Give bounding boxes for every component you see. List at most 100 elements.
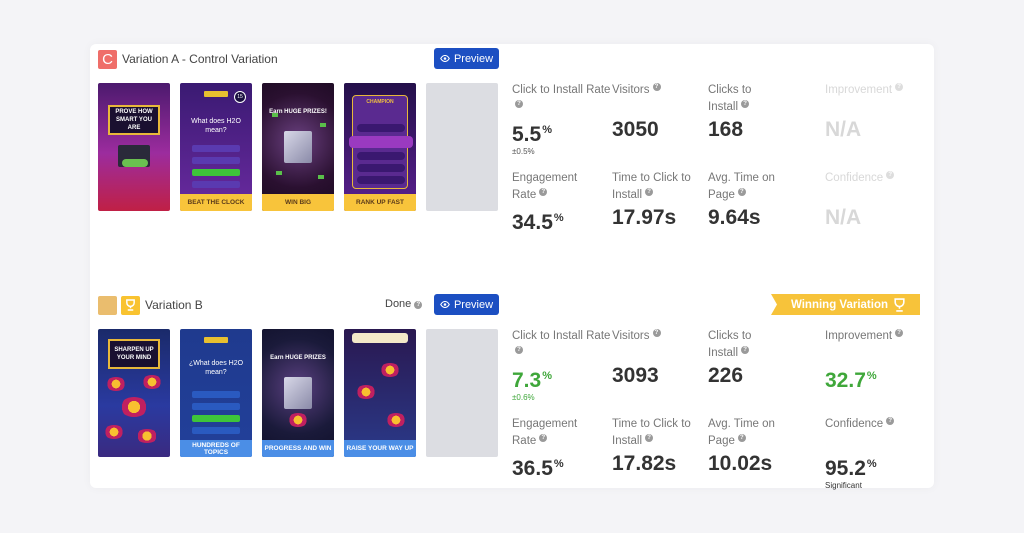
screenshot-win-big[interactable]: Earn HUGE PRIZES! WIN BIG [262, 83, 334, 211]
variation-a-header: C Variation A - Control Variation [98, 48, 278, 70]
metric-value: 3050 [612, 118, 659, 141]
winning-label: Winning Variation [790, 298, 888, 311]
answer-option [192, 145, 240, 152]
metric-value: 226 [708, 364, 744, 387]
cash-graphic [318, 175, 324, 179]
metric-avg-time-on-page: Avg. Time on Page? 10.02s [708, 416, 778, 476]
variation-b-screenshots: SHARPEN UP YOUR MIND ¿What does H2O mean… [98, 329, 508, 457]
podium-graphic [142, 375, 162, 389]
metric-label: Visitors [612, 330, 650, 342]
help-icon[interactable]: ? [515, 100, 523, 108]
screenshot-prove-smart[interactable]: PROVE HOW SMART YOU ARE [98, 83, 170, 211]
help-icon[interactable]: ? [895, 83, 904, 91]
metric-value: 17.97s [612, 206, 677, 229]
cash-graphic [276, 171, 282, 175]
help-icon[interactable]: ? [737, 434, 746, 442]
podium-graphic [104, 425, 124, 439]
screenshot-headline: SHARPEN UP YOUR MIND [108, 339, 160, 369]
status-label: Done [385, 298, 412, 310]
screenshot-placeholder [426, 83, 498, 211]
leaderboard-graphic: CHAMPION [349, 95, 413, 189]
players-header-graphic [352, 333, 408, 343]
leaderboard-row-highlight [349, 136, 413, 148]
eye-icon [440, 301, 450, 308]
screenshot-beat-the-clock[interactable]: 15 What does H2O mean? BEAT THE CLOCK [180, 83, 252, 211]
screenshot-caption: HUNDREDS OF TOPICS [180, 440, 252, 457]
answer-option [192, 181, 240, 188]
help-icon[interactable]: ? [645, 188, 654, 196]
answer-option [192, 403, 240, 410]
screenshot-rank-up-fast[interactable]: CHAMPION RANK UP FAST [344, 83, 416, 211]
metric-value: 10.02s [708, 452, 773, 475]
metric-improvement: Improvement? 32.7% [825, 328, 925, 393]
metric-value: 34.5 [512, 211, 553, 234]
metric-unit: % [866, 370, 877, 382]
cash-graphic [320, 123, 326, 127]
metric-value: N/A [825, 118, 862, 141]
help-icon[interactable]: ? [652, 83, 661, 91]
cash-pile-graphic [122, 159, 148, 167]
metric-value: N/A [825, 206, 862, 229]
answer-option-correct [192, 169, 240, 176]
help-icon[interactable]: ? [645, 434, 654, 442]
screenshot-sharpen-mind[interactable]: SHARPEN UP YOUR MIND [98, 329, 170, 457]
metric-value: 36.5 [512, 457, 553, 480]
metric-label: Click to Install Rate [512, 330, 611, 342]
help-icon[interactable]: ? [652, 329, 661, 337]
podium-graphic [136, 429, 158, 443]
preview-label: Preview [453, 52, 494, 65]
science-tag [204, 91, 228, 97]
metric-clicks-to-install: Clicks to Install? 226 [708, 328, 778, 388]
metric-label: Time to Click to Install [612, 418, 691, 447]
answer-option [192, 427, 240, 434]
help-icon[interactable]: ? [414, 301, 423, 309]
status-done: Done? [385, 298, 423, 310]
screenshot-caption: RAISE YOUR WAY UP [344, 440, 416, 457]
help-icon[interactable]: ? [539, 188, 548, 196]
metric-visitors: Visitors? 3050 [612, 82, 712, 142]
screenshot-caption: WIN BIG [262, 194, 334, 211]
variation-a-preview-button[interactable]: Preview [434, 48, 499, 69]
screenshot-raise-your-way-up[interactable]: RAISE YOUR WAY UP [344, 329, 416, 457]
metric-click-to-install-rate: Click to Install Rate? 7.3% ±0.6% [512, 328, 612, 402]
screenshot-caption: BEAT THE CLOCK [180, 194, 252, 211]
metric-visitors: Visitors? 3093 [612, 328, 712, 388]
ab-test-results-card: C Variation A - Control Variation Previe… [90, 44, 934, 490]
metric-label: Time to Click to Install [612, 172, 691, 201]
trophy-badge [121, 295, 140, 315]
screenshot-headline: PROVE HOW SMART YOU ARE [108, 105, 160, 135]
help-icon[interactable]: ? [515, 346, 523, 354]
metric-value: 17.82s [612, 452, 677, 475]
help-icon[interactable]: ? [886, 171, 895, 179]
leaderboard-row [357, 152, 405, 160]
metric-label: Improvement [825, 330, 893, 342]
screenshot-hundreds-of-topics[interactable]: ¿What does H2O mean? HUNDREDS OF TOPICS [180, 329, 252, 457]
metric-label: Confidence [825, 418, 884, 430]
help-icon[interactable]: ? [737, 188, 746, 196]
metric-unit: % [866, 458, 877, 470]
cash-graphic [272, 113, 278, 117]
help-icon[interactable]: ? [539, 434, 548, 442]
question-text: What does H2O mean? [191, 118, 241, 134]
timer-badge: 15 [234, 91, 246, 103]
screenshot-headline: Earn HUGE PRIZES [270, 355, 326, 361]
variation-b-preview-button[interactable]: Preview [434, 294, 499, 315]
help-icon[interactable]: ? [741, 346, 750, 354]
science-tag [204, 337, 228, 343]
screenshot-caption: PROGRESS AND WIN [262, 440, 334, 457]
metric-click-to-install-rate: Click to Install Rate? 5.5% ±0.5% [512, 82, 612, 156]
metric-engagement-rate: Engagement Rate? 36.5% [512, 416, 612, 481]
answer-option [192, 391, 240, 398]
metric-margin: ±0.5% [512, 147, 535, 156]
question-text: ¿What does H2O mean? [188, 360, 244, 376]
trophy-icon [894, 297, 905, 312]
trophy-icon [126, 299, 135, 311]
metric-time-to-click: Time to Click to Install? 17.97s [612, 170, 692, 230]
leaderboard-row [357, 164, 405, 172]
variation-color-swatch [98, 295, 117, 315]
help-icon[interactable]: ? [895, 329, 904, 337]
help-icon[interactable]: ? [886, 417, 895, 425]
help-icon[interactable]: ? [741, 100, 750, 108]
safe-graphic [284, 377, 312, 409]
screenshot-progress-and-win[interactable]: Earn HUGE PRIZES PROGRESS AND WIN [262, 329, 334, 457]
